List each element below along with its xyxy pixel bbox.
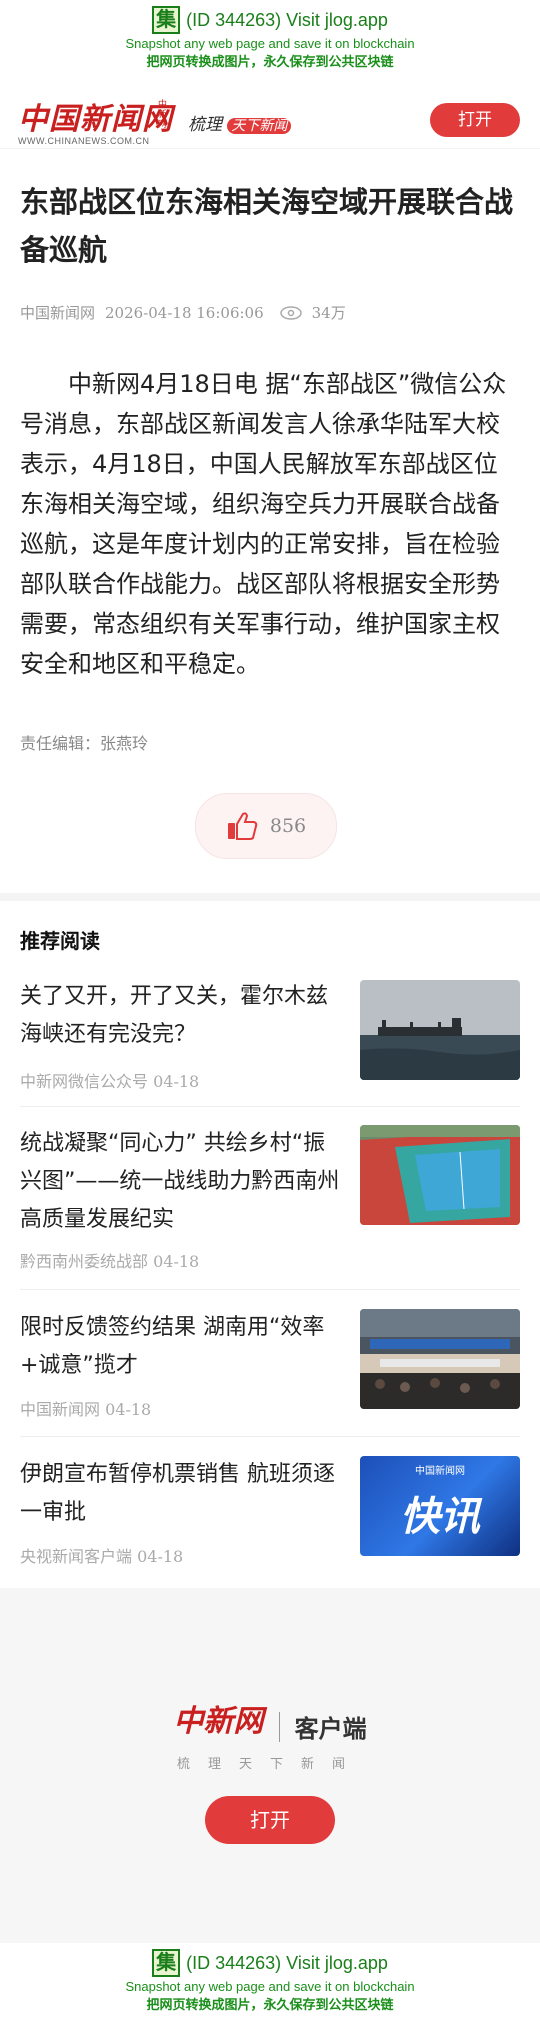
article-source: 中国新闻网 — [20, 304, 96, 322]
site-logo[interactable]: 中国新闻网 中新网 WWW.CHINANEWS.COM.CN — [18, 94, 173, 146]
like-count: 856 — [269, 815, 307, 837]
jlog-badge-icon: 集 — [152, 1949, 181, 1977]
list-item[interactable]: 伊朗宣布暂停机票销售 航班须逐一审批 央视新闻客户端 04-18 中国新闻网 快… — [20, 1456, 520, 1583]
jlog-line2: Snapshot any web page and save it on blo… — [125, 36, 415, 51]
list-item-source: 央视新闻客户端 04-18 — [20, 1547, 184, 1566]
jlog-line1[interactable]: 集 (ID 344263) Visit jlog.app — [0, 1943, 540, 1977]
list-item-title[interactable]: 关了又开，开了又关，霍尔木兹海峡还有完没完？ — [20, 978, 340, 1054]
jlog-line1[interactable]: 集 (ID 344263) Visit jlog.app — [0, 0, 540, 34]
article-body: 中新网4月18日电 据“东部战区”微信公众号消息，东部战区新闻发言人徐承华陆军大… — [20, 370, 507, 678]
jlog-line3: 把网页转换成图片，永久保存到公共区块链 — [146, 1998, 394, 2013]
jlog-id-text[interactable]: (ID 344263) Visit jlog.app — [186, 1953, 388, 1974]
jlog-badge-icon: 集 — [152, 6, 181, 34]
logo-sub: 中新网 — [158, 100, 168, 130]
footer-logo-text: 中新网 — [173, 1704, 264, 1739]
footer-logo-divider — [278, 1711, 280, 1742]
jlog-id-text[interactable]: (ID 344263) Visit jlog.app — [186, 10, 388, 31]
list-item[interactable]: 统战凝聚“同心力” 共绘乡村“振兴图”——统一战线助力黔西南州高质量发展纪实 黔… — [20, 1125, 520, 1290]
article-editor: 责任编辑：张燕玲 — [20, 734, 149, 753]
thumbnail-job-fair-image[interactable] — [360, 1309, 520, 1409]
list-item[interactable]: 关了又开，开了又关，霍尔木兹海峡还有完没完？ 中新网微信公众号 04-18 — [20, 978, 520, 1107]
app-promo-footer: 中新网 客户端 梳理天下新闻 打开 — [0, 1588, 540, 1943]
jlog-banner-bottom: 集 (ID 344263) Visit jlog.app Snapshot an… — [0, 1943, 540, 2031]
eye-icon — [279, 305, 302, 320]
footer-slogan: 梳理天下新闻 — [176, 1757, 363, 1772]
recommend-heading: 推荐阅读 — [20, 929, 100, 953]
thumb-flash-text: 快讯 — [400, 1494, 480, 1540]
thumb-logo-text: 中国新闻网 — [415, 1466, 465, 1477]
list-item-source: 中新网微信公众号 04-18 — [20, 1072, 200, 1091]
footer-client-label: 客户端 — [294, 1715, 367, 1743]
article-title: 东部战区位东海相关海空域开展联合战备巡航 — [20, 185, 514, 267]
jlog-line2: Snapshot any web page and save it on blo… — [125, 1979, 415, 1994]
footer-open-app-button[interactable]: 打开 — [205, 1796, 335, 1844]
list-item-title[interactable]: 伊朗宣布暂停机票销售 航班须逐一审批 — [20, 1456, 340, 1532]
jlog-banner-top: 集 (ID 344263) Visit jlog.app Snapshot an… — [0, 0, 540, 88]
section-divider — [0, 893, 540, 901]
jlog-line3: 把网页转换成图片，永久保存到公共区块链 — [146, 55, 394, 70]
thumbnail-flash-news-image[interactable]: 中国新闻网 快讯 — [360, 1456, 520, 1556]
header-slogan: 梳理 天下新闻 — [188, 110, 292, 135]
logo-text: 中国新闻网 — [18, 102, 173, 137]
thumbnail-sports-field-image[interactable] — [360, 1125, 520, 1225]
slogan-a: 梳理 — [188, 115, 222, 135]
list-item-source: 黔西南州委统战部 04-18 — [20, 1252, 200, 1271]
article-views: 34万 — [311, 304, 346, 322]
list-item-title[interactable]: 统战凝聚“同心力” 共绘乡村“振兴图”——统一战线助力黔西南州高质量发展纪实 — [20, 1125, 340, 1239]
open-app-button[interactable]: 打开 — [430, 103, 520, 137]
thumbs-up-icon — [227, 812, 258, 840]
slogan-b: 天下新闻 — [227, 118, 292, 134]
site-header: 中国新闻网 中新网 WWW.CHINANEWS.COM.CN 梳理 天下新闻 打… — [0, 88, 540, 149]
article-meta: 中国新闻网 2026-04-18 16:06:06 34万 — [20, 302, 346, 323]
like-button[interactable]: 856 — [195, 793, 337, 859]
list-item[interactable]: 限时反馈签约结果 湖南用“效率+诚意”揽才 中国新闻网 04-18 — [20, 1309, 520, 1437]
list-item-title[interactable]: 限时反馈签约结果 湖南用“效率+诚意”揽才 — [20, 1309, 340, 1385]
footer-logo: 中新网 客户端 — [0, 1696, 540, 1744]
article-datetime: 2026-04-18 16:06:06 — [105, 303, 264, 322]
list-item-source: 中国新闻网 04-18 — [20, 1400, 152, 1419]
thumbnail-ship-image[interactable] — [360, 980, 520, 1080]
